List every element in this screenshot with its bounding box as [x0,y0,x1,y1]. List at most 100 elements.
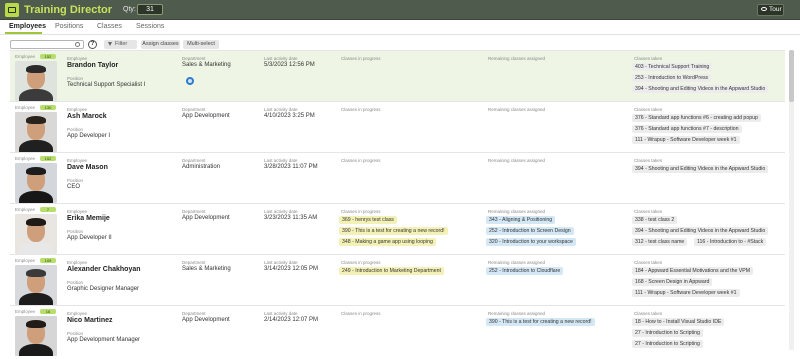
status-badge: 152 [40,156,56,161]
class-pill-remain[interactable]: 390 - This is a test for creating a new … [486,318,595,326]
department-caption: Department [182,311,206,316]
in-progress-caption: Classes in progress [341,158,381,163]
class-pill-remain[interactable]: 320 - Introduction to your workspace [486,238,576,246]
avatar [15,112,57,152]
table-row[interactable]: Employee 7 Employee Erika Memije Position App… [10,203,785,254]
last-activity-value: 3/28/2023 11:07 PM [264,164,318,170]
remaining-caption: Remaining classes assigned [488,107,546,112]
class-pill-taken[interactable]: 312 - test class name [632,238,688,246]
tab-employees[interactable]: Employees [9,23,46,30]
multi-select-button[interactable]: Multi-select [183,40,219,49]
employee-label: Employee [67,311,88,316]
class-pill-taken[interactable]: 168 - Screen Design in Appward [632,278,713,286]
taken-caption: Classes taken [634,260,663,265]
employee-name[interactable]: Nico Martinez [67,317,113,324]
qty-label: Qty: [123,6,136,13]
position-caption: Position [67,76,84,81]
assign-classes-button[interactable]: Assign classes [141,40,180,49]
last-activity-caption: Last activity date [264,209,298,214]
class-pill-taken[interactable]: 394 - Shooting and Editing Videos in the… [632,227,769,235]
class-pill-taken[interactable]: 184 - Appward Essential Motivations and … [632,267,754,275]
remaining-caption: Remaining classes assigned [488,209,546,214]
position-caption: Position [67,178,84,183]
department-value: Sales & Marketing [182,62,231,68]
table-row[interactable]: Employee 152 Employee Dave Mason Position CEO… [10,152,785,203]
eye-icon [761,7,767,12]
employee-name[interactable]: Dave Mason [67,164,108,171]
class-pill-remain[interactable]: 252 - Introduction to Cloudflare [486,267,564,275]
scroll-thumb[interactable] [789,50,794,102]
department-value: App Development [182,113,230,119]
employee-name[interactable]: Ash Marock [67,113,107,120]
last-activity-caption: Last activity date [264,107,298,112]
last-activity-value: 3/23/2023 11:35 AM [264,215,318,221]
status-badge: 105 [40,258,56,263]
employee-caption: Employee [15,309,36,314]
class-pill-taken[interactable]: 18 - How to - Install Visual Studio IDE [632,318,725,326]
employee-caption: Employee [15,105,36,110]
table-row[interactable]: Employee 130 Employee Ash Marock Position App… [10,101,785,152]
qty-value[interactable]: 31 [137,4,163,15]
employee-caption: Employee [15,156,36,161]
remaining-caption: Remaining classes assigned [488,260,546,265]
department-value: Administration [182,164,221,170]
class-pill-taken[interactable]: 394 - Shooting and Editing Videos in the… [632,85,769,93]
class-pill-taken[interactable]: 376 - Standard app functions #6 - creati… [632,114,761,122]
class-pill-progress[interactable]: 249 - Introduction to Marketing Departme… [339,267,444,275]
class-pill-taken[interactable]: 403 - Technical Support Training [632,63,713,71]
class-pill-taken[interactable]: 116 - Introduction to - #Stack [694,238,767,246]
filter-button[interactable]: Filter [104,40,137,49]
position-caption: Position [67,127,84,132]
app-logo-icon [5,3,19,17]
class-pill-taken[interactable]: 27 - Introduction to Scripting [632,340,703,348]
class-pill-progress[interactable]: 369 - henrys test class [339,216,397,224]
employee-position: App Developer I [67,133,111,139]
class-pill-taken[interactable]: 27 - Introduction to Scripting [632,329,703,337]
class-pill-remain[interactable]: 343 - Aligning & Positioning [486,216,556,224]
remaining-caption: Remaining classes assigned [488,158,546,163]
class-pill-taken[interactable]: 394 - Shooting and Editing Videos in the… [632,165,769,173]
in-progress-caption: Classes in progress [341,56,381,61]
class-pill-taken[interactable]: 111 - Wrapup - Software Developer week #… [632,136,740,144]
employee-position: App Developer II [67,235,112,241]
class-pill-taken[interactable]: 253 - Introduction to WordPress [632,74,712,82]
in-progress-caption: Classes in progress [341,260,381,265]
class-pill-taken[interactable]: 111 - Wrapup - Software Developer week #… [632,289,740,297]
table-row[interactable]: Employee 16 Employee Nico Martinez Position A… [10,305,785,356]
status-badge: 16 [40,309,56,314]
employee-caption: Employee [15,54,36,59]
class-pill-taken[interactable]: 338 - test class 2 [632,216,678,224]
vertical-scrollbar[interactable] [789,50,794,350]
employee-name[interactable]: Alexander Chakhoyan [67,266,141,273]
employee-position: CEO [67,184,81,190]
position-caption: Position [67,280,84,285]
in-progress-caption: Classes in progress [341,209,381,214]
department-value: App Development [182,317,230,323]
table-row[interactable]: Employee 105 Employee Alexander Chakhoyan Po… [10,254,785,305]
table-row[interactable]: Employee 152 Employee Brandon Taylor Positio… [10,50,785,101]
employee-name[interactable]: Brandon Taylor [67,62,118,69]
taken-caption: Classes taken [634,209,663,214]
class-pill-taken[interactable]: 376 - Standard app functions #7 - descri… [632,125,742,133]
last-activity-caption: Last activity date [264,260,298,265]
search-icon[interactable] [75,42,80,47]
class-pill-remain[interactable]: 252 - Introduction to Screen Design [486,227,574,235]
tour-button[interactable]: Tour [757,4,784,16]
tab-positions[interactable]: Positions [55,23,83,30]
department-value: App Development [182,215,230,221]
class-pill-progress[interactable]: 348 - Making a game app using looping [339,238,436,246]
employee-name[interactable]: Erika Memije [67,215,110,222]
last-activity-caption: Last activity date [264,56,298,61]
last-activity-value: 3/14/2023 12:05 PM [264,266,319,272]
last-activity-value: 5/3/2023 12:56 PM [264,62,315,68]
in-progress-caption: Classes in progress [341,311,381,316]
tour-label: Tour [769,6,782,13]
employee-label: Employee [67,158,88,163]
tab-sessions[interactable]: Sessions [136,23,164,30]
class-pill-progress[interactable]: 390 - This is a test for creating a new … [339,227,448,235]
department-caption: Department [182,107,206,112]
filter-label: Filter [115,41,128,47]
tab-classes[interactable]: Classes [97,23,122,30]
help-button[interactable]: ? [88,40,97,49]
department-caption: Department [182,56,206,61]
